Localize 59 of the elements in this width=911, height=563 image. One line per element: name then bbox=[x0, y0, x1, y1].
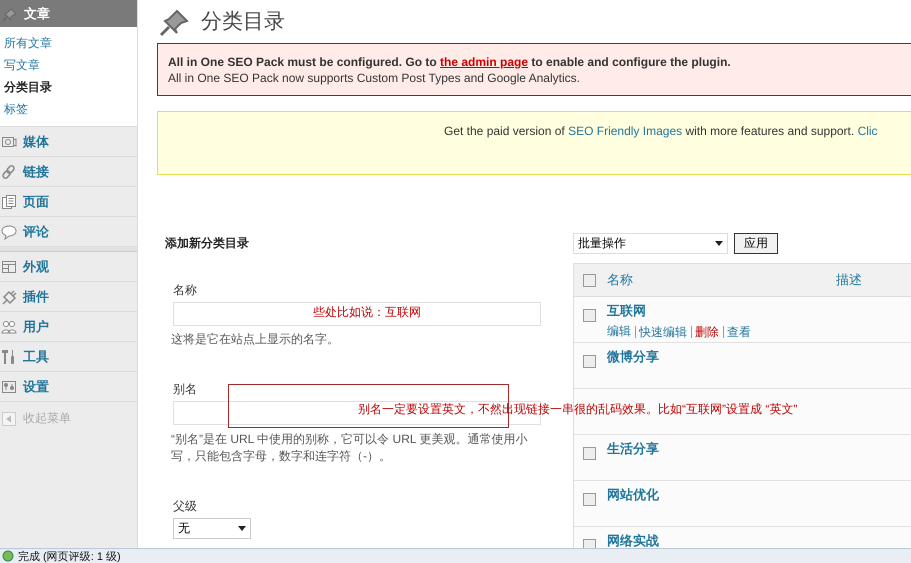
category-name-link[interactable]: 微博分享 bbox=[607, 348, 659, 366]
select-all-checkbox[interactable] bbox=[583, 274, 596, 286]
category-name-link[interactable]: 生活分享 bbox=[607, 440, 659, 458]
submenu-item[interactable]: 分类目录 bbox=[0, 76, 137, 98]
menu-item[interactable]: 媒体 bbox=[0, 127, 137, 157]
notice-link[interactable]: Clic bbox=[858, 124, 878, 138]
submenu-item[interactable]: 写文章 bbox=[0, 54, 137, 76]
dropdown-caret-icon bbox=[238, 526, 246, 531]
notice-text: Get the paid version of SEO Friendly Images with more features and support. Clic bbox=[444, 123, 879, 139]
row-checkbox[interactable] bbox=[583, 447, 596, 460]
row-checkbox[interactable] bbox=[583, 493, 596, 506]
notice-link[interactable]: SEO Friendly Images bbox=[568, 124, 682, 138]
page-title: 分类目录 bbox=[201, 9, 285, 35]
category-name-link[interactable]: 互联网 bbox=[607, 302, 751, 320]
column-header[interactable]: 描述 bbox=[836, 271, 862, 289]
field-label: 名称 bbox=[173, 282, 198, 299]
speech-bubble-icon bbox=[1, 224, 17, 240]
annotation-note: 些处比如说：互联网 bbox=[313, 304, 421, 321]
pages-icon bbox=[1, 194, 17, 210]
text-field[interactable] bbox=[173, 302, 541, 326]
row-action-link[interactable]: 查看 bbox=[723, 326, 751, 338]
submenu-item[interactable]: 所有文章 bbox=[0, 32, 137, 54]
plug-icon bbox=[1, 288, 17, 304]
link-icon bbox=[1, 164, 17, 180]
form-heading: 添加新分类目录 bbox=[165, 235, 250, 252]
notice-text: All in One SEO Pack must be configured. Go to the admin page to enable and configure the plugin. bbox=[168, 54, 732, 70]
notice-link[interactable]: the admin page bbox=[440, 55, 528, 69]
status-text: 完成 (网页评级: 1 级) bbox=[18, 550, 121, 563]
help-text: “别名”是在 URL 中使用的别称，它可以令 URL 更美观。通常使用小写，只能包含字母，数字和连字符（-）。 bbox=[171, 431, 528, 465]
parent-dropdown[interactable]: 无 bbox=[173, 518, 251, 539]
users-icon bbox=[1, 318, 17, 334]
menu-item[interactable]: 工具 bbox=[0, 342, 137, 372]
row-checkbox[interactable] bbox=[583, 355, 596, 368]
menu-item[interactable]: 链接 bbox=[0, 157, 137, 187]
column-header[interactable]: 名称 bbox=[607, 271, 836, 289]
row-checkbox[interactable] bbox=[583, 309, 596, 322]
dropdown-caret-icon bbox=[715, 240, 723, 246]
menu-item[interactable]: 插件 bbox=[0, 282, 137, 312]
menu-item[interactable]: 设置 bbox=[0, 372, 137, 402]
field-label: 别名 bbox=[173, 381, 198, 398]
help-text: 这将是它在站点上显示的名字。 bbox=[171, 331, 340, 348]
apply-button[interactable]: 应用 bbox=[734, 232, 778, 254]
submenu-item[interactable]: 标签 bbox=[0, 98, 137, 120]
row-action-link[interactable]: 删除 bbox=[691, 326, 719, 338]
field-label: 父级 bbox=[173, 498, 198, 515]
settings-icon bbox=[1, 378, 17, 394]
category-name-link[interactable]: 网站优化 bbox=[607, 486, 659, 504]
row-action-link[interactable]: 快速编辑 bbox=[635, 326, 687, 338]
notice-text: All in One SEO Pack now supports Custom Post Types and Google Analytics. bbox=[168, 70, 581, 86]
menu-item[interactable]: 外观 bbox=[0, 252, 137, 282]
pushpin-icon bbox=[2, 6, 18, 22]
row-action-link[interactable]: 编辑 bbox=[607, 323, 631, 340]
menu-header[interactable]: 文章 bbox=[0, 0, 137, 27]
bulk-actions-dropdown[interactable]: 批量操作 bbox=[573, 232, 728, 254]
category-name-link[interactable]: 网络实战 bbox=[607, 532, 659, 548]
menu-item[interactable]: 页面 bbox=[0, 187, 137, 217]
layout-icon bbox=[1, 258, 17, 274]
tools-icon bbox=[1, 348, 17, 364]
menu-item[interactable]: 用户 bbox=[0, 312, 137, 342]
